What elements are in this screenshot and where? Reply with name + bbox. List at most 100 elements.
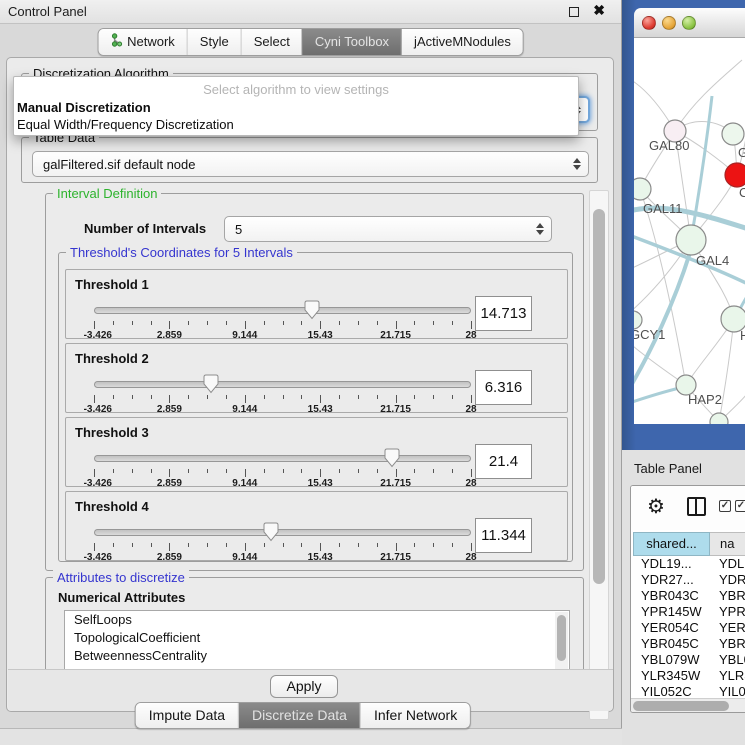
gal4-node[interactable] (676, 225, 706, 255)
control-panel-titlebar: Control Panel ✖ (0, 0, 621, 24)
tab-network[interactable]: Network (98, 29, 187, 55)
bottom-strip (0, 728, 622, 745)
split-view-icon[interactable] (687, 497, 706, 516)
column-header-shared-name[interactable]: shared... (633, 532, 710, 556)
close-traffic-light-icon[interactable] (642, 16, 656, 30)
attributes-group: Attributes to discretize Numerical Attri… (45, 577, 584, 673)
gal11-node-label: GAL11 (643, 201, 683, 216)
tab-discretize-data[interactable]: Discretize Data (238, 703, 360, 728)
threshold-3-value-field[interactable]: 21.4 (475, 444, 532, 479)
gal4-node-label: GAL4 (696, 253, 729, 268)
list-item[interactable]: SelfLoops (65, 611, 569, 629)
network-nodes: GAL80GACGAL11GAL4GCY1HHAP2 (634, 120, 745, 424)
interval-definition-group: Interval Definition Number of Intervals … (45, 193, 584, 571)
number-of-intervals-combo[interactable]: 5 (224, 216, 552, 242)
panel-vertical-scrollbar[interactable] (589, 190, 609, 720)
gear-icon[interactable]: ⚙ (647, 494, 665, 519)
gal80-node-label: GAL80 (649, 138, 689, 153)
threshold-1-box: Threshold 1 -3.426 2.859 9.144 15.43 21 (65, 269, 568, 339)
threshold-2-box: Threshold 2 -3.426 2.859 9.144 15.43 21 (65, 343, 568, 413)
network-window-frame: GAL80GACGAL11GAL4GCY1HHAP2 (622, 0, 745, 450)
algorithm-dropdown-popup: Select algorithm to view settings Manual… (13, 76, 579, 136)
slider-track[interactable] (94, 455, 471, 462)
list-item[interactable]: BetweennessCentrality (65, 647, 569, 665)
table-row[interactable]: YBR045CYBR0 (631, 636, 745, 652)
interval-definition-group-title: Interval Definition (53, 186, 161, 201)
tab-style[interactable]: Style (187, 29, 241, 55)
menu-item-equal-width-frequency[interactable]: Equal Width/Frequency Discretization (17, 117, 234, 132)
thresholds-group: Threshold's Coordinates for 5 Intervals … (58, 252, 573, 562)
red-node-label: C (739, 185, 745, 200)
apply-button[interactable]: Apply (270, 675, 338, 698)
slider-tick-labels: -3.426 2.859 9.144 15.43 21.715 28 (94, 478, 471, 490)
threshold-4-slider-thumb[interactable] (262, 522, 280, 542)
tab-impute-data[interactable]: Impute Data (136, 703, 238, 728)
algorithm-hint: Select algorithm to view settings (14, 82, 578, 97)
checkbox-icon[interactable]: ✓ (719, 500, 731, 512)
float-window-icon[interactable] (569, 7, 579, 17)
table-panel-region: Table Panel ⚙ ✓ ✓ shared... na YDL19...Y… (622, 450, 745, 745)
slider-ticks (94, 395, 471, 404)
tab-select[interactable]: Select (241, 29, 302, 55)
numerical-attributes-list[interactable]: SelfLoops TopologicalCoefficient Between… (64, 610, 570, 672)
minimize-traffic-light-icon[interactable] (662, 16, 676, 30)
table-horizontal-scrollbar[interactable] (631, 698, 745, 713)
threshold-4-value-field[interactable]: 11.344 (475, 518, 532, 553)
table-row[interactable]: YIL052CYIL0 (631, 684, 745, 699)
combo-stepper-icon (572, 157, 581, 171)
table-row[interactable]: YDL19...YDL1 (631, 556, 745, 572)
column-header-name[interactable]: na (710, 532, 745, 556)
red-node[interactable] (725, 163, 745, 187)
slider-track[interactable] (94, 307, 471, 314)
threshold-2-slider[interactable]: -3.426 2.859 9.144 15.43 21.715 28 (94, 374, 471, 412)
tab-cyni-toolbox[interactable]: Cyni Toolbox (302, 29, 401, 55)
slider-ticks (94, 321, 471, 330)
list-vertical-scrollbar[interactable] (555, 612, 568, 672)
thresholds-group-title: Threshold's Coordinates for 5 Intervals (66, 245, 297, 260)
gal11-node[interactable] (634, 178, 651, 200)
threshold-4-slider[interactable]: -3.426 2.859 9.144 15.43 21.715 28 (94, 522, 471, 560)
slider-track[interactable] (94, 529, 471, 536)
slider-track[interactable] (94, 381, 471, 388)
tab-jactivemnodules[interactable]: jActiveMNodules (401, 29, 523, 55)
threshold-2-label: Threshold 2 (75, 351, 149, 366)
slider-ticks (94, 543, 471, 552)
threshold-3-slider[interactable]: -3.426 2.859 9.144 15.43 21.715 28 (94, 448, 471, 486)
threshold-1-slider-thumb[interactable] (303, 300, 321, 320)
checkbox-icon[interactable]: ✓ (735, 500, 745, 512)
threshold-1-value-field[interactable]: 14.713 (475, 296, 532, 331)
table-row[interactable]: YBL079WYBL0 (631, 652, 745, 668)
threshold-2-slider-thumb[interactable] (202, 374, 220, 394)
table-row[interactable]: YLR345WYLR3 (631, 668, 745, 684)
list-item[interactable]: TopologicalCoefficient (65, 629, 569, 647)
number-of-intervals-label: Number of Intervals (84, 221, 206, 236)
table-row[interactable]: YBR043CYBR0 (631, 588, 745, 604)
table-panel-card: ⚙ ✓ ✓ shared... na YDL19...YDL1 YDR27...… (630, 485, 745, 713)
threshold-2-value-field[interactable]: 6.316 (475, 370, 532, 405)
number-of-intervals-value: 5 (235, 222, 242, 237)
tab-infer-network[interactable]: Infer Network (360, 703, 470, 728)
slider-tick-labels: -3.426 2.859 9.144 15.43 21.715 28 (94, 552, 471, 564)
table-data-group: Table Data galFiltered.sif default node (21, 137, 598, 183)
zoom-traffic-light-icon[interactable] (682, 16, 696, 30)
top-right-node[interactable] (722, 123, 744, 145)
h-node-label: H (740, 328, 745, 343)
close-icon[interactable]: ✖ (593, 2, 605, 19)
table-data-combo[interactable]: galFiltered.sif default node (32, 151, 589, 177)
table-data-combo-value: galFiltered.sif default node (43, 157, 195, 172)
window-title: Control Panel (8, 4, 87, 19)
slider-tick-labels: -3.426 2.859 9.144 15.43 21.715 28 (94, 330, 471, 342)
table-row[interactable]: YPR145WYPR1 (631, 604, 745, 620)
combo-stepper-icon (535, 222, 544, 236)
top-tab-bar: Network Style Select Cyni Toolbox jActiv… (0, 25, 621, 55)
attributes-group-title: Attributes to discretize (53, 570, 189, 585)
threshold-1-label: Threshold 1 (75, 277, 149, 292)
threshold-1-slider[interactable]: -3.426 2.859 9.144 15.43 21.715 28 (94, 300, 471, 338)
slider-ticks (94, 469, 471, 478)
threshold-4-box: Threshold 4 -3.426 2.859 9.144 15.43 21 (65, 491, 568, 561)
table-row[interactable]: YER054CYER0 (631, 620, 745, 636)
threshold-3-slider-thumb[interactable] (383, 448, 401, 468)
network-canvas[interactable]: GAL80GACGAL11GAL4GCY1HHAP2 (634, 38, 745, 424)
table-row[interactable]: YDR27...YDR2 (631, 572, 745, 588)
menu-item-manual-discretization[interactable]: Manual Discretization (17, 100, 151, 115)
